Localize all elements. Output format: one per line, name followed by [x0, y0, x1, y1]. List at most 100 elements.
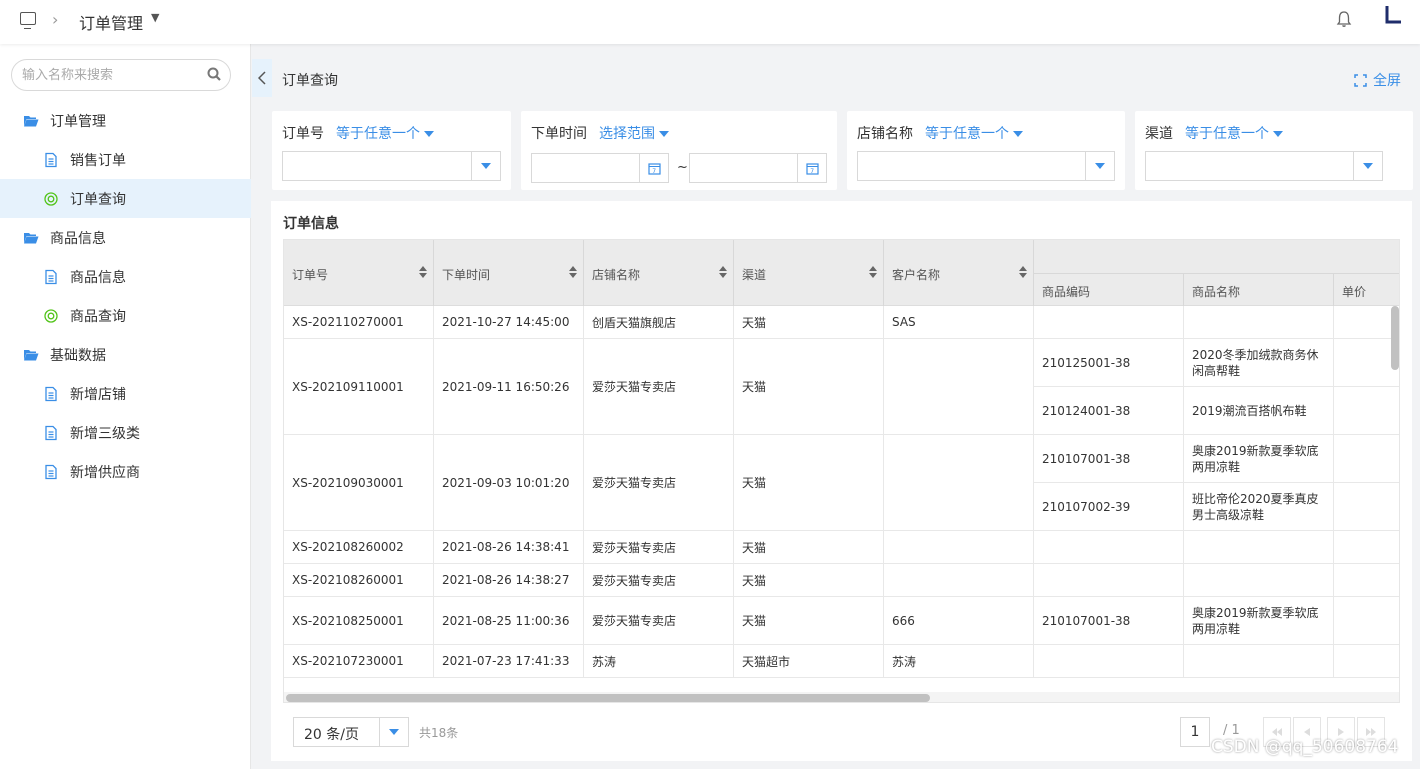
calendar-icon[interactable]: 7	[797, 154, 826, 182]
shop-select[interactable]	[857, 151, 1115, 181]
grid-header: 订单号 下单时间 店铺名称 渠道 客户名称 商品编码 商品名称 单价	[284, 240, 1399, 306]
sidebar-item-0[interactable]: 订单管理	[0, 101, 251, 140]
last-page-icon	[1366, 728, 1376, 736]
sidebar-item-label: 商品信息	[70, 269, 126, 286]
sidebar-item-label: 新增店铺	[70, 386, 126, 403]
sort-icon[interactable]	[569, 266, 577, 278]
start-date-input[interactable]: 7	[531, 153, 669, 183]
page-number-input[interactable]: 1	[1180, 717, 1210, 747]
sidebar-item-4[interactable]: 商品信息	[0, 257, 251, 296]
dropdown-caret-icon[interactable]	[471, 152, 500, 180]
dropdown-caret-icon[interactable]	[379, 718, 408, 746]
filter-operator[interactable]: 等于任意一个	[925, 123, 1023, 143]
search-icon[interactable]	[207, 67, 221, 81]
column-header-label: 渠道	[742, 268, 767, 282]
filter-operator[interactable]: 等于任意一个	[336, 123, 434, 143]
table-row[interactable]: XS-202108260001 2021-08-26 14:38:27 爱莎天猫专卖…	[284, 564, 1399, 597]
cell-item-code: 210124001-38	[1034, 387, 1184, 435]
cell-channel: 天猫	[734, 564, 884, 596]
cell-item-price	[1334, 564, 1399, 597]
cell-item-price	[1334, 483, 1399, 531]
sidebar-item-2[interactable]: 订单查询	[0, 179, 251, 218]
vertical-scrollbar[interactable]	[1391, 306, 1399, 370]
cell-customer	[884, 531, 1034, 563]
sub-column-header[interactable]: 商品编码	[1034, 273, 1184, 306]
target-icon	[43, 191, 59, 207]
sidebar-item-3[interactable]: 商品信息	[0, 218, 251, 257]
sidebar-item-8[interactable]: 新增三级类	[0, 413, 251, 452]
cell-item-name: 2019潮流百搭帆布鞋	[1184, 387, 1334, 435]
column-header[interactable]: 下单时间	[434, 240, 584, 306]
search-input[interactable]	[22, 66, 202, 84]
svg-text:7: 7	[652, 168, 656, 175]
sort-icon[interactable]	[419, 266, 427, 278]
cell-shop: 苏涛	[584, 645, 734, 677]
channel-select[interactable]	[1145, 151, 1383, 181]
filter-operator[interactable]: 等于任意一个	[1185, 123, 1283, 143]
cell-channel: 天猫超市	[734, 645, 884, 677]
sidebar-search	[11, 59, 231, 91]
filter-order-time: 下单时间 选择范围 7 ~ 7	[521, 111, 837, 190]
sub-column-header[interactable]: 单价	[1334, 273, 1399, 306]
cell-item-price	[1334, 387, 1399, 435]
folder-open-icon	[23, 230, 39, 246]
order-no-select[interactable]	[282, 151, 501, 181]
column-header[interactable]: 客户名称	[884, 240, 1034, 306]
calendar-icon[interactable]: 7	[639, 154, 668, 182]
table-row[interactable]: XS-202108260002 2021-08-26 14:38:41 爱莎天猫专卖…	[284, 531, 1399, 564]
cell-time: 2021-09-11 16:50:26	[434, 339, 584, 434]
cell-order-no: XS-202108250001	[284, 597, 434, 644]
top-bar: › 订单管理 ▼	[0, 0, 1420, 44]
sidebar-item-label: 订单查询	[70, 191, 126, 208]
card-title: 订单信息	[283, 216, 339, 232]
end-date-input[interactable]: 7	[689, 153, 827, 183]
dropdown-caret-icon[interactable]	[1353, 152, 1382, 180]
horizontal-scrollbar[interactable]	[286, 694, 930, 702]
sidebar-item-1[interactable]: 销售订单	[0, 140, 251, 179]
item-subrow	[1034, 564, 1399, 597]
table-row[interactable]: XS-202110270001 2021-10-27 14:45:00 创盾天猫旗舰…	[284, 306, 1399, 339]
table-row[interactable]: XS-202109110001 2021-09-11 16:50:26 爱莎天猫专卖…	[284, 339, 1399, 435]
cell-time: 2021-08-26 14:38:41	[434, 531, 584, 563]
sort-icon[interactable]	[869, 266, 877, 278]
filter-shop: 店铺名称 等于任意一个	[847, 111, 1125, 190]
sidebar-item-7[interactable]: 新增店铺	[0, 374, 251, 413]
cell-customer	[884, 435, 1034, 530]
cell-order-no: XS-202109110001	[284, 339, 434, 434]
column-header[interactable]: 店铺名称	[584, 240, 734, 306]
monitor-icon[interactable]	[20, 12, 36, 29]
sort-icon[interactable]	[1019, 266, 1027, 278]
cell-item-name	[1184, 564, 1334, 597]
sort-icon[interactable]	[719, 266, 727, 278]
sidebar-item-5[interactable]: 商品查询	[0, 296, 251, 335]
table-row[interactable]: XS-202109030001 2021-09-03 10:01:20 爱莎天猫专卖…	[284, 435, 1399, 531]
sidebar-item-9[interactable]: 新增供应商	[0, 452, 251, 491]
caret-down-icon[interactable]: ▼	[151, 11, 159, 24]
fullscreen-button[interactable]: 全屏	[1354, 70, 1401, 90]
collapse-sidebar-button[interactable]	[252, 59, 272, 97]
column-header-label: 店铺名称	[592, 268, 641, 282]
dropdown-caret-icon[interactable]	[1085, 152, 1114, 180]
filter-operator[interactable]: 选择范围	[599, 123, 669, 143]
sidebar-item-label: 订单管理	[50, 113, 106, 130]
cell-item-name	[1184, 531, 1334, 564]
sub-column-header[interactable]: 商品名称	[1184, 273, 1334, 306]
breadcrumb[interactable]: 订单管理	[79, 10, 143, 34]
page-size-select[interactable]: 20 条/页	[293, 717, 409, 747]
filter-label: 订单号	[282, 126, 324, 142]
column-header[interactable]: 订单号	[284, 240, 434, 306]
cell-shop: 创盾天猫旗舰店	[584, 306, 734, 338]
column-header-label: 客户名称	[892, 268, 941, 282]
column-header[interactable]: 渠道	[734, 240, 884, 306]
total-count: 共18条	[419, 726, 459, 740]
page-title: 订单查询	[282, 73, 338, 89]
bell-icon[interactable]	[1336, 10, 1352, 28]
table-row[interactable]: XS-202108250001 2021-08-25 11:00:36 爱莎天猫专卖…	[284, 597, 1399, 645]
cell-item-name	[1184, 306, 1334, 339]
cell-customer	[884, 339, 1034, 434]
sidebar-item-6[interactable]: 基础数据	[0, 335, 251, 374]
cell-channel: 天猫	[734, 435, 884, 530]
cell-time: 2021-07-23 17:41:33	[434, 645, 584, 677]
table-row[interactable]: XS-202107230001 2021-07-23 17:41:33 苏涛 天猫超市…	[284, 645, 1399, 678]
sidebar-item-label: 商品查询	[70, 308, 126, 325]
